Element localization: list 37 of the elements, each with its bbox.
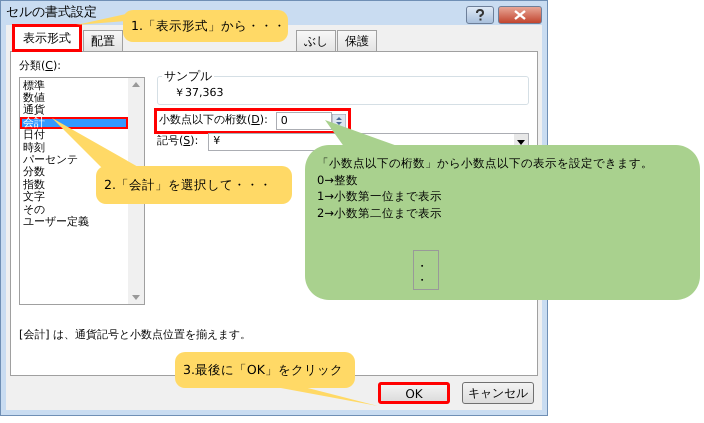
- callout-text: 1.「表示形式」から・・・: [131, 16, 286, 35]
- callout-text: 「小数点以下の桁数」から小数点以下の表示を設定できます。: [317, 155, 653, 172]
- callout-text: 1→小数第一位まで表示: [317, 188, 442, 206]
- category-item[interactable]: 指数: [20, 178, 45, 192]
- close-icon: [514, 10, 526, 20]
- decimal-places-field[interactable]: 0: [276, 112, 332, 130]
- callout-text: 0→整数: [317, 172, 358, 188]
- category-item[interactable]: 分数: [20, 166, 45, 179]
- category-item[interactable]: パーセンテ: [20, 154, 78, 166]
- tab[interactable]: 配置: [83, 30, 123, 51]
- help-button[interactable]: [466, 6, 494, 24]
- close-button[interactable]: [498, 6, 542, 24]
- category-item[interactable]: 数値: [20, 92, 45, 104]
- callout-text: 2.「会計」を選択して・・・: [104, 176, 272, 194]
- tab[interactable]: ぶし: [296, 30, 336, 51]
- category-item[interactable]: 通貨: [20, 104, 45, 117]
- category-item[interactable]: 日付: [20, 129, 45, 142]
- cancel-button[interactable]: キャンセル: [462, 382, 534, 404]
- symbol-label: 記号(S):: [157, 133, 198, 150]
- ok-button[interactable]: OK: [378, 382, 450, 404]
- window-title: セルの書式設定: [6, 4, 97, 22]
- description-text: [会計] は、通貨記号と小数点位置を揃えます。: [19, 326, 252, 342]
- help-icon: [475, 9, 485, 21]
- callout-text: 2→小数第二位まで表示: [317, 205, 442, 222]
- group-label: サンプル: [162, 70, 214, 82]
- sample-value: ￥37,363: [174, 85, 224, 101]
- decimal-places-label: 小数点以下の桁数(D):: [159, 112, 268, 128]
- tab[interactable]: 保護: [337, 30, 377, 51]
- category-label: 分類(C):: [19, 59, 61, 72]
- ellipsis-box: ・ ・: [413, 250, 439, 290]
- tab[interactable]: 表示形式: [12, 24, 82, 52]
- category-item[interactable]: 標準: [20, 80, 45, 92]
- callout-text: 3.最後に「OK」をクリック: [183, 360, 343, 379]
- category-item[interactable]: その: [20, 204, 45, 216]
- category-item[interactable]: ユーザー定義: [20, 216, 89, 228]
- category-item[interactable]: 時刻: [20, 142, 45, 154]
- category-item[interactable]: 文字: [20, 191, 45, 204]
